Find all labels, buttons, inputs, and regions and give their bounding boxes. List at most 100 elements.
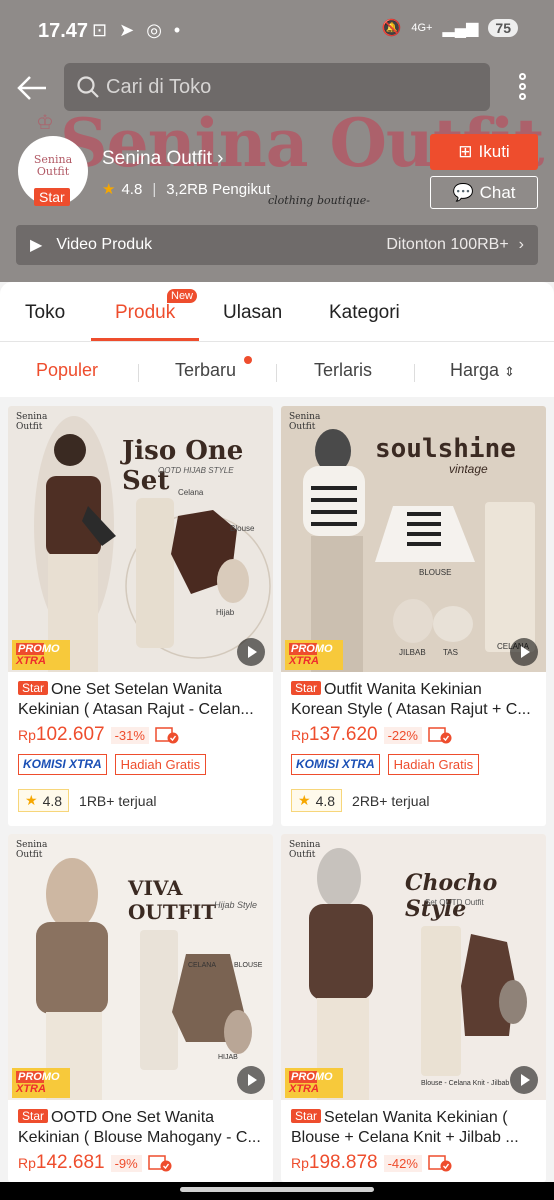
product-illustration	[303, 429, 535, 672]
product-price: Rp137.620	[291, 724, 378, 745]
signal-icon: ▂▄▆	[442, 20, 479, 37]
shop-name[interactable]: Senina Outfit ›	[102, 148, 223, 170]
hadiah-gratis-tag: Hadiah Gratis	[387, 754, 480, 775]
product-sold: 1RB+ terjual	[79, 792, 157, 809]
battery-indicator: 75	[488, 19, 518, 37]
discount-badge: -9%	[110, 1154, 142, 1172]
crown-icon: ♔	[36, 112, 54, 134]
arrow-left-icon	[17, 76, 46, 100]
product-price: Rp198.878	[291, 1152, 378, 1173]
network-label: 4G+	[411, 22, 433, 34]
product-card[interactable]: Senina Outfit VIVA OUTFIT Hijab Style CE…	[8, 834, 273, 1182]
voucher-icon	[147, 1154, 172, 1172]
promo-xtra-badge: PROMO XTRA	[12, 640, 70, 670]
sort-populer[interactable]: Populer	[36, 360, 98, 381]
video-views: Ditonton 100RB+	[386, 236, 509, 253]
back-button[interactable]	[16, 72, 52, 104]
star-badge: Star	[18, 1109, 49, 1123]
chat-icon: 💬	[452, 182, 474, 202]
star-badge: Star	[291, 681, 322, 695]
star-icon: ★	[298, 792, 311, 808]
star-badge: Star	[34, 188, 70, 206]
voucher-icon	[428, 726, 452, 744]
discount-badge: -31%	[110, 726, 149, 744]
shop-tabs: Toko Produk New Ulasan Kategori	[0, 282, 554, 342]
tab-toko[interactable]: Toko	[25, 302, 65, 324]
voucher-icon	[155, 726, 179, 744]
chat-button[interactable]: 💬 Chat	[430, 176, 538, 209]
play-video-icon[interactable]	[510, 1066, 538, 1094]
product-rating: ★ 4.8	[18, 789, 70, 812]
follow-button[interactable]: ⊞ Ikuti	[430, 134, 538, 170]
video-icon: ▶	[30, 237, 43, 254]
banner-subtitle: clothing boutique-	[268, 194, 370, 207]
status-bar: 17.47 ⊡ ➤ ◎ • 🔕 4G+ ▂▄▆ 75	[0, 0, 554, 62]
chevron-right-icon: ›	[518, 236, 524, 253]
sort-terbaru[interactable]: Terbaru	[175, 360, 236, 381]
hadiah-gratis-tag: Hadiah Gratis	[114, 754, 207, 775]
promo-xtra-badge: PROMO XTRA	[285, 1068, 343, 1098]
play-video-icon[interactable]	[237, 638, 265, 666]
product-sold: 2RB+ terjual	[352, 792, 430, 809]
shop-logo-text: Senina Outfit	[33, 153, 73, 178]
star-icon: ★	[25, 792, 38, 808]
scan-icon: ⊡	[92, 20, 108, 40]
tab-kategori[interactable]: Kategori	[329, 302, 400, 324]
shop-header: ♔ Senina Outfit clothing boutique- 17.47…	[0, 0, 554, 282]
sort-terlaris[interactable]: Terlaris	[314, 360, 372, 381]
product-rating: ★ 4.8	[291, 789, 343, 812]
discount-badge: -42%	[383, 1154, 422, 1172]
sort-harga[interactable]: Harga ⇕	[450, 360, 515, 381]
chevron-right-icon: ›	[217, 148, 224, 169]
star-badge: Star	[291, 1109, 322, 1123]
product-card[interactable]: Senina Outfit Chocho Style Set OOTD Outf…	[281, 834, 546, 1182]
voucher-icon	[428, 1154, 452, 1172]
telegram-icon: ➤	[119, 20, 135, 40]
video-label: Video Produk	[56, 236, 153, 253]
dot-icon: •	[173, 20, 181, 40]
promo-xtra-badge: PROMO XTRA	[12, 1068, 70, 1098]
search-input[interactable]: Cari di Toko	[64, 63, 490, 111]
search-icon	[77, 76, 99, 98]
new-dot	[244, 356, 252, 364]
mute-icon: 🔕	[381, 20, 402, 37]
shop-followers: 3,2RB Pengikut	[166, 180, 271, 198]
shop-rating: 4.8	[121, 180, 143, 198]
product-illustration	[309, 848, 527, 1100]
home-indicator[interactable]	[180, 1187, 374, 1192]
product-image[interactable]: Senina Outfit soulshine vintage BLOUSE J…	[281, 406, 546, 672]
product-name: Star OOTD One Set Wanita Kekinian ( Blous…	[18, 1109, 261, 1146]
more-options-button[interactable]	[510, 70, 534, 106]
active-tab-indicator	[91, 338, 199, 341]
follow-icon: ⊞	[458, 142, 473, 161]
product-image[interactable]: Senina Outfit Jiso One Set OOTD HIJAB ST…	[8, 406, 273, 672]
video-produk-bar[interactable]: ▶ Video Produk Ditonton 100RB+ ›	[16, 225, 538, 265]
status-time: 17.47	[38, 20, 89, 42]
product-image[interactable]: Senina Outfit Chocho Style Set OOTD Outf…	[281, 834, 546, 1100]
promo-xtra-badge: PROMO XTRA	[285, 640, 343, 670]
komisi-xtra-tag: KOMISI XTRA	[18, 754, 107, 775]
instagram-icon: ◎	[146, 20, 162, 40]
sort-arrows-icon: ⇕	[504, 364, 515, 379]
discount-badge: -22%	[383, 726, 422, 744]
product-price: Rp142.681	[18, 1152, 105, 1173]
product-image[interactable]: Senina Outfit VIVA OUTFIT Hijab Style CE…	[8, 834, 273, 1100]
product-name: Star One Set Setelan Wanita Kekinian ( At…	[18, 681, 254, 718]
product-card[interactable]: Senina Outfit Jiso One Set OOTD HIJAB ST…	[8, 406, 273, 826]
star-icon: ★	[102, 181, 116, 198]
product-card[interactable]: Senina Outfit soulshine vintage BLOUSE J…	[281, 406, 546, 826]
play-video-icon[interactable]	[510, 638, 538, 666]
tab-ulasan[interactable]: Ulasan	[223, 302, 282, 324]
play-video-icon[interactable]	[237, 1066, 265, 1094]
shop-meta: ★ 4.8 | 3,2RB Pengikut	[102, 180, 271, 199]
product-illustration	[34, 416, 271, 672]
product-price: Rp102.607	[18, 724, 105, 745]
product-name: Star Outfit Wanita Kekinian Korean Style …	[291, 681, 531, 718]
star-badge: Star	[18, 681, 49, 695]
komisi-xtra-tag: KOMISI XTRA	[291, 754, 380, 775]
system-navigation-bar	[0, 1182, 554, 1200]
tab-produk[interactable]: Produk	[115, 302, 175, 324]
search-placeholder: Cari di Toko	[106, 75, 212, 98]
sort-bar: Populer Terbaru Terlaris Harga ⇕	[0, 342, 554, 397]
new-badge: New	[167, 289, 198, 303]
